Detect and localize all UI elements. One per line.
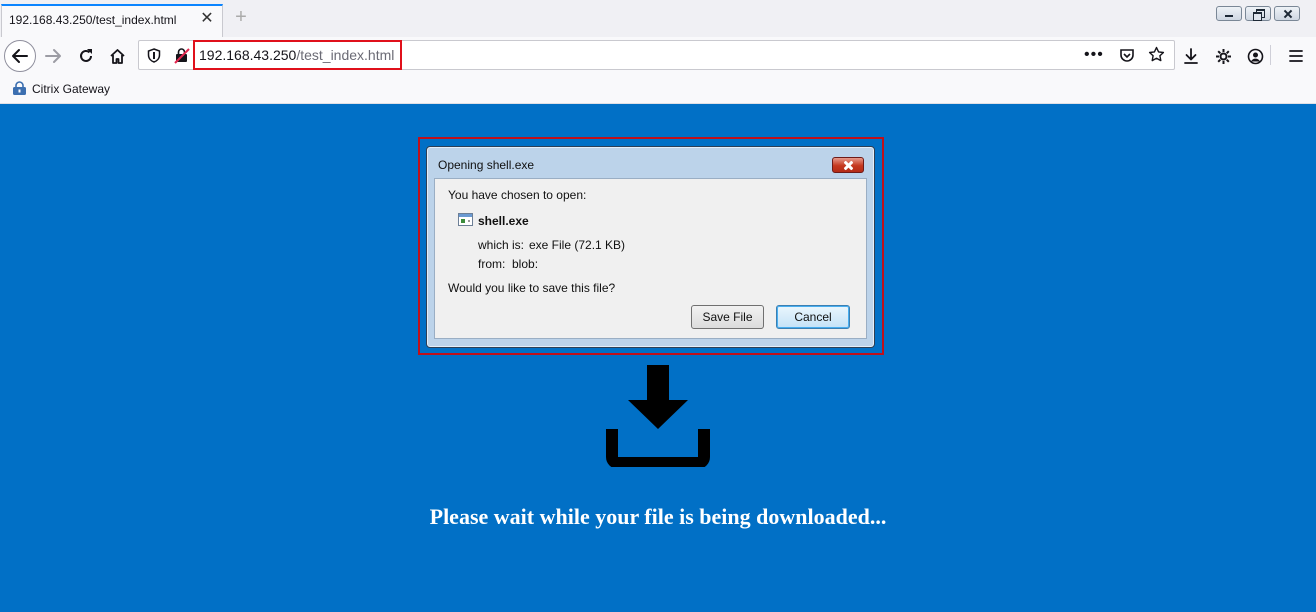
window-close-button[interactable] [1274, 6, 1300, 21]
account-icon [1247, 48, 1263, 64]
page-actions-menu-icon[interactable]: ••• [1084, 46, 1104, 64]
forward-button[interactable] [37, 40, 69, 72]
window-controls [1216, 6, 1300, 21]
dialog-title: Opening shell.exe [438, 158, 535, 172]
bookmarks-toolbar: Citrix Gateway [0, 75, 1316, 104]
pocket-icon[interactable] [1119, 47, 1135, 63]
lock-folder-icon [13, 81, 26, 95]
back-arrow-icon [12, 49, 28, 63]
shield-icon[interactable] [147, 48, 161, 63]
which-is-value: exe File (72.1 KB) [529, 238, 626, 252]
reload-icon [80, 49, 92, 62]
file-icon [458, 213, 473, 226]
download-arrow-icon [606, 365, 710, 467]
hamburger-menu-icon [1289, 50, 1303, 62]
toolbar-separator [1270, 45, 1271, 65]
dialog-close-button[interactable] [832, 157, 864, 173]
page-message: Please wait while your file is being dow… [429, 504, 887, 529]
forward-arrow-icon [45, 49, 61, 63]
url-path: /test_index.html [296, 47, 395, 63]
back-button[interactable] [4, 40, 36, 72]
home-button[interactable] [101, 40, 133, 72]
dialog-question: Would you like to save this file? [448, 281, 616, 295]
dialog-intro: You have chosen to open: [448, 188, 587, 202]
account-button[interactable] [1239, 40, 1271, 72]
bookmark-label: Citrix Gateway [32, 81, 111, 96]
restore-button[interactable] [1245, 6, 1271, 21]
bookmark-star-icon[interactable] [1148, 46, 1165, 63]
reload-button[interactable] [70, 40, 102, 72]
tab-strip: 192.168.43.250/test_index.html ✕ + [0, 0, 1316, 37]
dialog-body: You have chosen to open: shell.exe which… [434, 178, 867, 339]
download-icon [1184, 47, 1198, 64]
file-name: shell.exe [478, 214, 529, 228]
home-icon [109, 48, 125, 64]
downloads-button[interactable] [1175, 40, 1207, 72]
gear-icon [1215, 48, 1231, 64]
which-is-label: which is: [478, 238, 525, 252]
tab-active[interactable]: 192.168.43.250/test_index.html ✕ [1, 4, 223, 37]
minimize-button[interactable] [1216, 6, 1242, 21]
from-value: blob: [512, 257, 539, 271]
new-tab-button[interactable]: + [230, 6, 252, 28]
from-label: from: [478, 257, 506, 271]
tab-close-icon[interactable]: ✕ [198, 10, 216, 28]
bookmark-citrix-gateway[interactable]: Citrix Gateway [12, 81, 110, 96]
save-file-button[interactable]: Save File [691, 305, 764, 329]
tab-title: 192.168.43.250/test_index.html [9, 13, 177, 27]
app-menu-button[interactable] [1280, 40, 1312, 72]
cancel-button[interactable]: Cancel [776, 305, 850, 329]
url-host: 192.168.43.250 [199, 47, 297, 63]
insecure-lock-icon[interactable] [174, 47, 190, 64]
download-dialog: Opening shell.exe You have chosen to ope… [426, 146, 875, 348]
extensions-button[interactable] [1207, 40, 1239, 72]
url-text[interactable]: 192.168.43.250/test_index.html [199, 47, 394, 63]
